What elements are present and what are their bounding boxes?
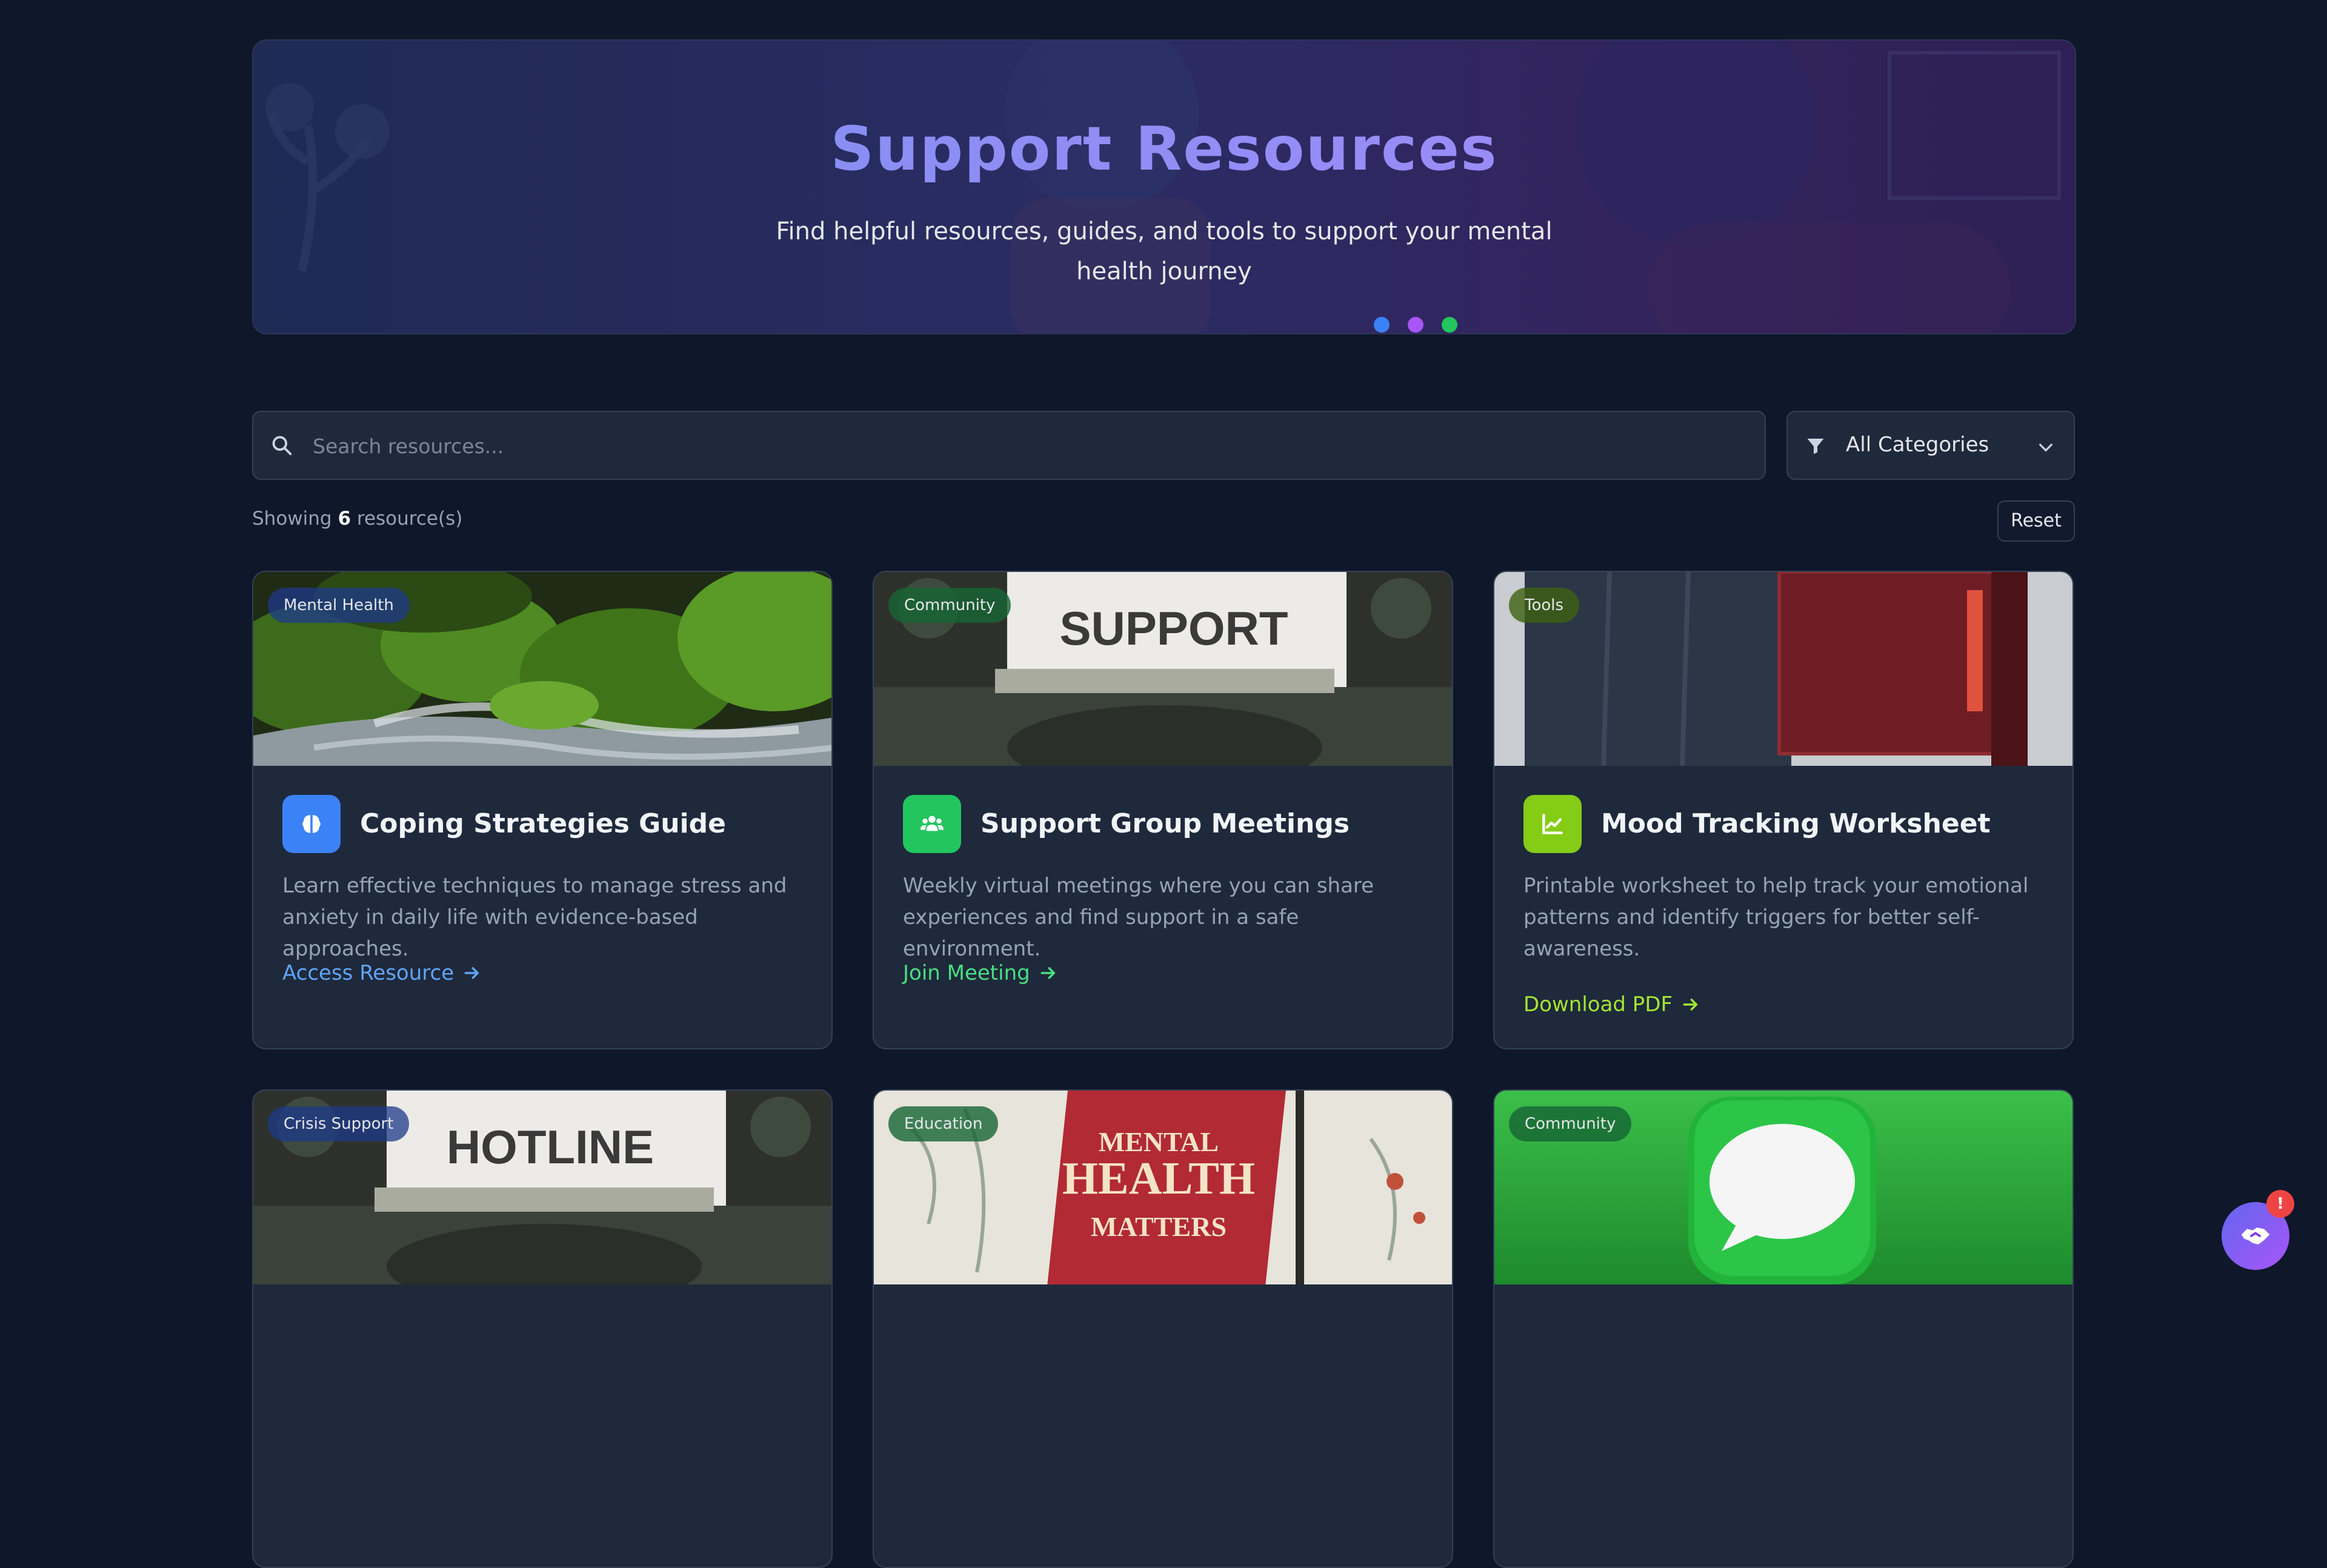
category-badge: Education	[888, 1106, 999, 1141]
search-icon	[272, 436, 292, 456]
book-title-line-3: MATTERS	[1091, 1211, 1227, 1242]
category-select-value: All Categories	[1846, 433, 1989, 457]
arrow-right-icon	[464, 967, 479, 979]
resource-card[interactable]: Tools Mood Tracking Worksheet Printable …	[1493, 571, 2074, 1049]
category-badge: Crisis Support	[268, 1106, 410, 1141]
card-icon	[282, 795, 341, 853]
brain-icon	[302, 815, 321, 833]
book-title-line-2: HEALTH	[1062, 1153, 1255, 1204]
card-title: Coping Strategies Guide	[360, 808, 727, 839]
notification-badge: !	[2266, 1190, 2294, 1218]
hero-banner: Support Resources Find helpful resources…	[252, 39, 2076, 334]
card-link-label: Access Resource	[282, 961, 454, 985]
card-image: Tools	[1494, 572, 2072, 766]
search-bar[interactable]	[252, 411, 1766, 480]
results-number: 6	[338, 508, 351, 530]
results-count: Showing 6 resource(s)	[252, 508, 462, 530]
card-title: Mood Tracking Worksheet	[1601, 808, 1991, 839]
category-badge: Community	[1509, 1106, 1632, 1141]
card-image: Community	[1494, 1091, 2072, 1284]
hero-dot	[1374, 317, 1390, 333]
access-resource-link[interactable]: Access Resource	[282, 961, 482, 985]
hero-dot	[1442, 317, 1457, 333]
card-image: HOTLINE Crisis Support	[253, 1091, 831, 1284]
filter-icon	[1807, 439, 1824, 454]
page-subtitle: Find helpful resources, guides, and tool…	[776, 218, 1553, 285]
page-title: Support Resources	[253, 113, 2075, 184]
category-select[interactable]: All Categories	[1786, 411, 2075, 480]
card-link-label: Download PDF	[1523, 992, 1673, 1017]
category-badge: Mental Health	[268, 588, 410, 623]
card-description: Printable worksheet to help track your e…	[1523, 874, 2029, 961]
arrow-right-icon	[1683, 998, 1698, 1011]
resource-card[interactable]: SUPPORT Community Support Group Meetings…	[873, 571, 1453, 1049]
card-image: MENTAL HEALTH MATTERS Education	[874, 1091, 1452, 1284]
search-input[interactable]	[311, 412, 1708, 480]
resource-card[interactable]: Mental Health Coping Strategies Guide Le…	[252, 571, 833, 1049]
notebooks-image	[1494, 572, 2072, 766]
card-link-label: Join Meeting	[903, 961, 1030, 985]
download-pdf-link[interactable]: Download PDF	[1523, 992, 1700, 1017]
handshake-icon	[2241, 1227, 2270, 1244]
hero-dots	[1374, 317, 1457, 333]
hero-dot	[1408, 317, 1423, 333]
results-prefix: Showing	[252, 508, 332, 530]
card-description: Learn effective techniques to manage str…	[282, 874, 787, 961]
card-icon	[1523, 795, 1582, 853]
card-image: SUPPORT Community	[874, 572, 1452, 766]
card-title: Support Group Meetings	[980, 808, 1350, 839]
reset-button[interactable]: Reset	[1997, 500, 2075, 542]
join-meeting-link[interactable]: Join Meeting	[903, 961, 1058, 985]
card-description: Weekly virtual meetings where you can sh…	[903, 874, 1374, 961]
typewriter-paper-text: SUPPORT	[1059, 602, 1288, 655]
typewriter-paper-text: HOTLINE	[447, 1120, 654, 1174]
resource-card[interactable]: MENTAL HEALTH MATTERS Education	[873, 1089, 1453, 1568]
card-image: Mental Health	[253, 572, 831, 766]
category-badge: Community	[888, 588, 1011, 623]
resource-card[interactable]: Community	[1493, 1089, 2074, 1568]
card-icon	[903, 795, 961, 853]
category-badge: Tools	[1509, 588, 1580, 623]
chart-line-icon	[1542, 814, 1563, 834]
chevron-down-icon	[2039, 443, 2052, 452]
results-suffix: resource(s)	[356, 508, 463, 530]
arrow-right-icon	[1040, 967, 1055, 979]
users-icon	[920, 816, 944, 831]
resource-card[interactable]: HOTLINE Crisis Support	[252, 1089, 833, 1568]
